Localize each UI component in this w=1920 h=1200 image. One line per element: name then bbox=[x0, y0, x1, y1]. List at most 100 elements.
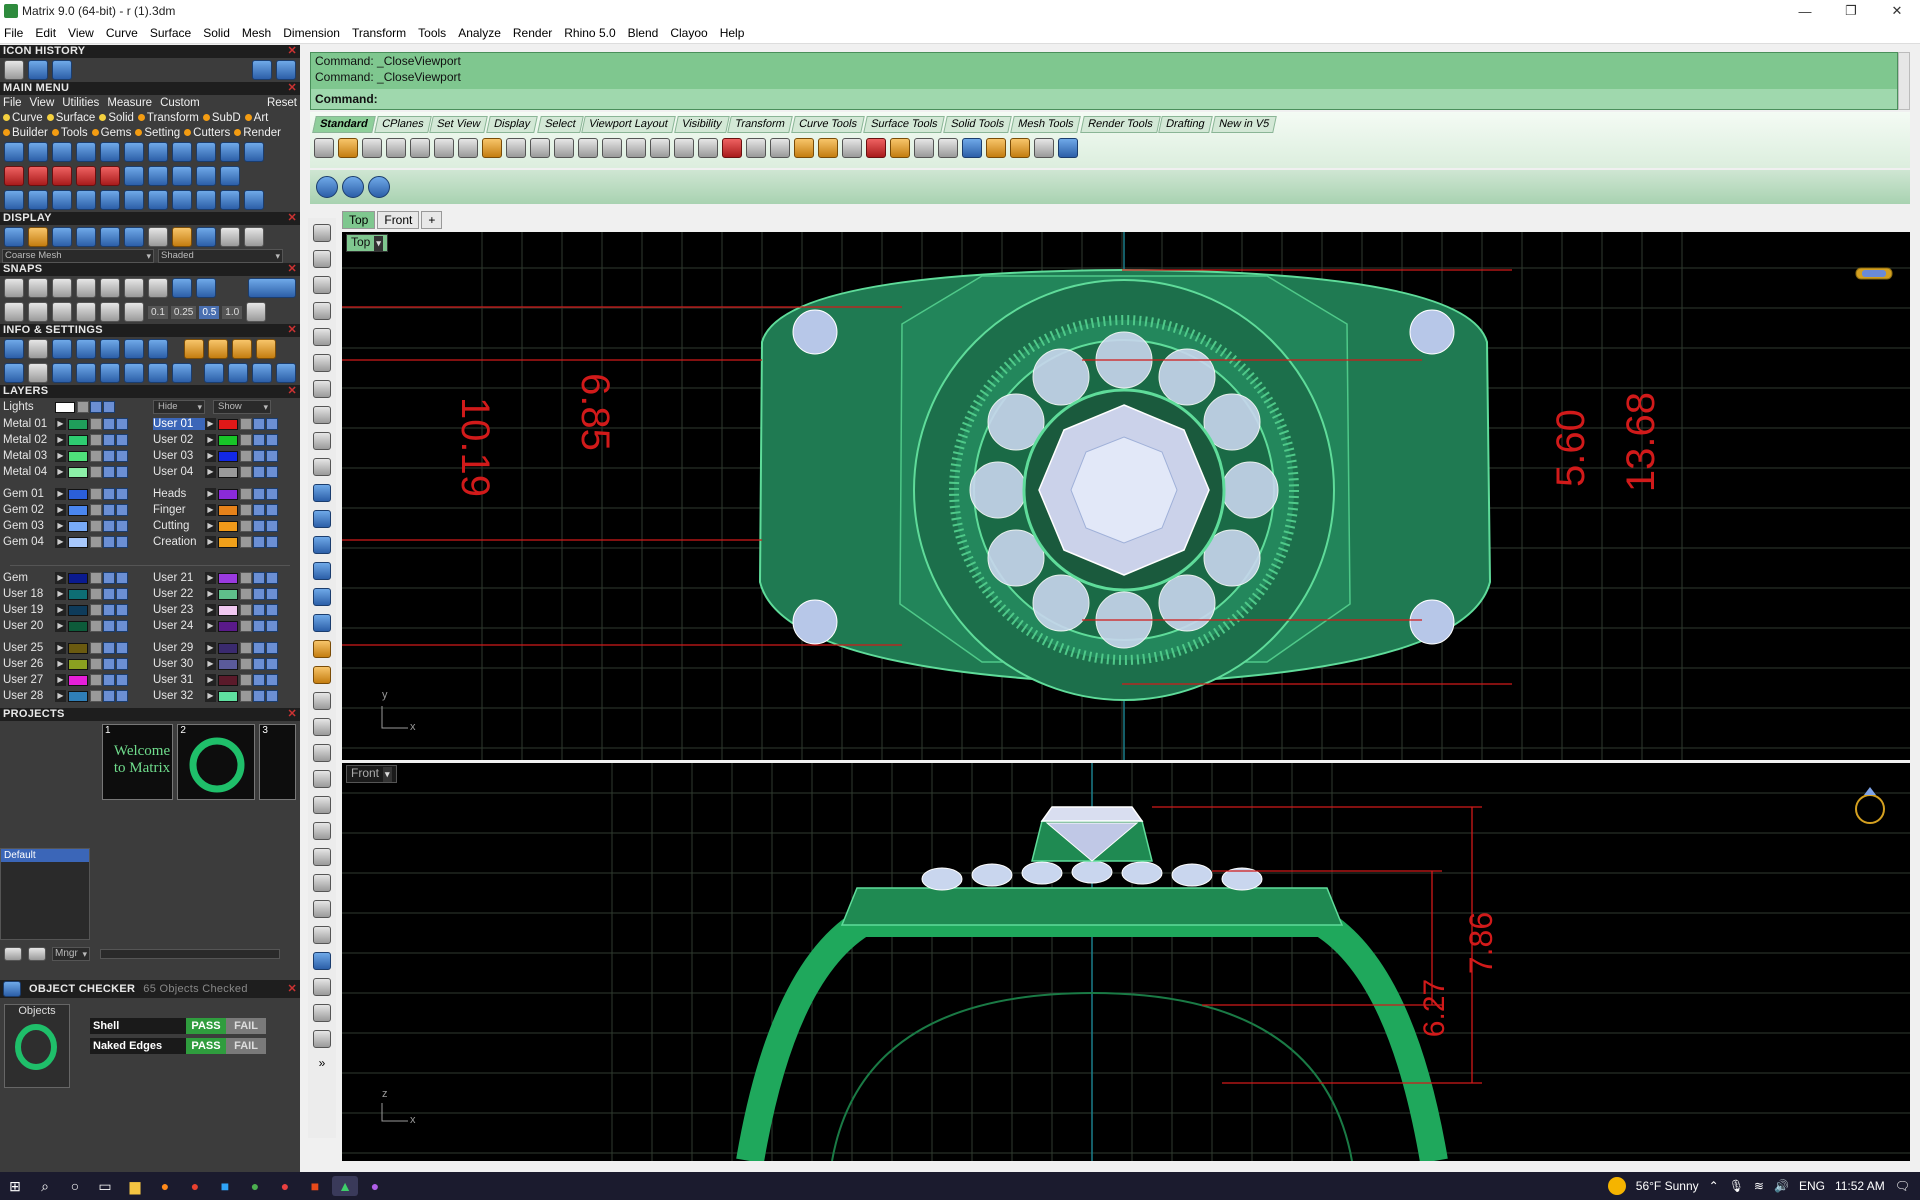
tab-visibility[interactable]: Visibility bbox=[674, 116, 730, 133]
surface-icon[interactable] bbox=[313, 484, 331, 502]
add-point-icon[interactable] bbox=[4, 166, 24, 186]
layer-item[interactable]: User 29 ▶ bbox=[150, 642, 300, 654]
search-icon[interactable]: ⌕ bbox=[32, 1176, 58, 1196]
gear-blue-3-icon[interactable] bbox=[368, 176, 390, 198]
cube-icon[interactable] bbox=[52, 339, 72, 359]
snap-toggle-icon[interactable] bbox=[248, 278, 296, 298]
tab-set-view[interactable]: Set View bbox=[429, 116, 489, 133]
cat-solid[interactable]: Solid bbox=[99, 112, 134, 124]
layer-color-swatch[interactable] bbox=[218, 504, 238, 516]
close-icon[interactable]: ✕ bbox=[287, 324, 297, 337]
tab-viewport-layout[interactable]: Viewport Layout bbox=[581, 116, 676, 133]
sphere-silver-icon[interactable] bbox=[220, 227, 240, 247]
snap-int-icon[interactable] bbox=[124, 278, 144, 298]
project-thumb-3[interactable]: 3 bbox=[259, 724, 296, 800]
menu-blend[interactable]: Blend bbox=[628, 26, 659, 40]
plane-icon[interactable] bbox=[313, 614, 331, 632]
lock-icon[interactable] bbox=[240, 674, 252, 686]
gear-blue-1-icon[interactable] bbox=[316, 176, 338, 198]
grid4-icon[interactable] bbox=[4, 363, 24, 383]
expand-arrow-icon[interactable]: ▶ bbox=[205, 536, 216, 548]
matrix-app-icon[interactable]: ▲ bbox=[332, 1176, 358, 1196]
lock-icon[interactable] bbox=[90, 658, 102, 670]
settings-icon[interactable] bbox=[4, 339, 24, 359]
expand-arrow-icon[interactable]: ▶ bbox=[55, 588, 66, 600]
image-icon[interactable] bbox=[124, 227, 144, 247]
viewport-tab-add-icon[interactable]: + bbox=[421, 211, 443, 229]
layer-toggle-icon[interactable] bbox=[266, 572, 278, 584]
lock-icon[interactable] bbox=[90, 504, 102, 516]
circle-icon[interactable] bbox=[313, 328, 331, 346]
lights-lock-icon[interactable] bbox=[77, 401, 89, 413]
info-a-icon[interactable] bbox=[184, 339, 204, 359]
sphere-white-icon[interactable] bbox=[148, 227, 168, 247]
cat-builder[interactable]: Builder bbox=[3, 127, 48, 139]
layer-color-swatch[interactable] bbox=[218, 488, 238, 500]
visibility-icon[interactable] bbox=[253, 620, 265, 632]
copy-tool-icon[interactable] bbox=[313, 926, 331, 944]
expand-arrow-icon[interactable]: ▶ bbox=[55, 658, 66, 670]
layer-toggle-icon[interactable] bbox=[116, 604, 128, 616]
viewport-top[interactable]: 10.19 6.85 5.60 13.68 y x Top ▾ bbox=[342, 232, 1910, 760]
lock-icon[interactable] bbox=[842, 138, 862, 158]
split-tool-icon[interactable] bbox=[313, 718, 331, 736]
frame-icon[interactable] bbox=[172, 190, 192, 210]
menu-help[interactable]: Help bbox=[720, 26, 745, 40]
array-icon[interactable] bbox=[76, 190, 96, 210]
firefox-icon[interactable]: ● bbox=[152, 1176, 178, 1196]
cut-icon[interactable] bbox=[434, 138, 454, 158]
cat-art[interactable]: Art bbox=[244, 112, 268, 124]
visibility-icon[interactable] bbox=[103, 488, 115, 500]
visibility-icon[interactable] bbox=[253, 658, 265, 670]
notification-icon[interactable]: 🗨 bbox=[1895, 1179, 1910, 1193]
block-icon[interactable] bbox=[313, 978, 331, 996]
zoom-in-icon[interactable] bbox=[578, 138, 598, 158]
lock-icon[interactable] bbox=[240, 434, 252, 446]
volume-icon[interactable] bbox=[76, 363, 96, 383]
layer-color-swatch[interactable] bbox=[218, 690, 238, 702]
layer-toggle-icon[interactable] bbox=[266, 588, 278, 600]
lock-icon[interactable] bbox=[90, 536, 102, 548]
weather-text[interactable]: 56°F Sunny bbox=[1636, 1179, 1699, 1193]
task-view-icon[interactable]: ▭ bbox=[92, 1176, 118, 1196]
expand-arrow-icon[interactable]: ▶ bbox=[55, 572, 66, 584]
layer-color-swatch[interactable] bbox=[218, 674, 238, 686]
lock-icon[interactable] bbox=[90, 642, 102, 654]
layer-item[interactable]: Gem 02 ▶ bbox=[0, 504, 150, 516]
up-project-icon[interactable] bbox=[28, 947, 46, 961]
tab-solid-tools[interactable]: Solid Tools bbox=[943, 116, 1013, 133]
layer-toggle-icon[interactable] bbox=[116, 690, 128, 702]
tab-curve-tools[interactable]: Curve Tools bbox=[791, 116, 865, 133]
lock-icon[interactable] bbox=[240, 450, 252, 462]
pan-icon[interactable] bbox=[530, 138, 550, 158]
snap-cen-icon[interactable] bbox=[100, 278, 120, 298]
layer-toggle-icon[interactable] bbox=[116, 418, 128, 430]
visibility-icon[interactable] bbox=[103, 642, 115, 654]
mm-measure[interactable]: Measure bbox=[107, 97, 152, 109]
menu-tools[interactable]: Tools bbox=[418, 26, 446, 40]
lock-icon[interactable] bbox=[90, 620, 102, 632]
layer-item[interactable]: User 20 ▶ bbox=[0, 620, 150, 632]
extrude-icon[interactable] bbox=[313, 510, 331, 528]
expand-arrow-icon[interactable]: ▶ bbox=[205, 658, 216, 670]
layer-item[interactable]: Heads ▶ bbox=[150, 488, 300, 500]
visibility-icon[interactable] bbox=[253, 536, 265, 548]
mm-reset[interactable]: Reset bbox=[267, 97, 297, 109]
tab-render-tools[interactable]: Render Tools bbox=[1080, 116, 1161, 133]
grid-icon[interactable] bbox=[124, 166, 144, 186]
menu-transform[interactable]: Transform bbox=[352, 26, 406, 40]
expand-arrow-icon[interactable]: ▶ bbox=[205, 488, 216, 500]
layer-item[interactable]: User 26 ▶ bbox=[0, 658, 150, 670]
check-shell-fail[interactable]: FAIL bbox=[226, 1018, 266, 1034]
close-icon[interactable]: ✕ bbox=[287, 45, 297, 58]
viewport-tab-top[interactable]: Top bbox=[342, 211, 376, 229]
fillet-icon[interactable] bbox=[313, 666, 331, 684]
menu-mesh[interactable]: Mesh bbox=[242, 26, 271, 40]
file-explorer-icon[interactable]: ▆ bbox=[122, 1176, 148, 1196]
mirror-icon[interactable] bbox=[196, 190, 216, 210]
smarttrack-icon[interactable] bbox=[100, 302, 120, 322]
menu-analyze[interactable]: Analyze bbox=[458, 26, 501, 40]
cat-surface[interactable]: Surface bbox=[46, 112, 95, 124]
shank-icon[interactable] bbox=[244, 142, 264, 162]
lock-icon[interactable] bbox=[240, 520, 252, 532]
